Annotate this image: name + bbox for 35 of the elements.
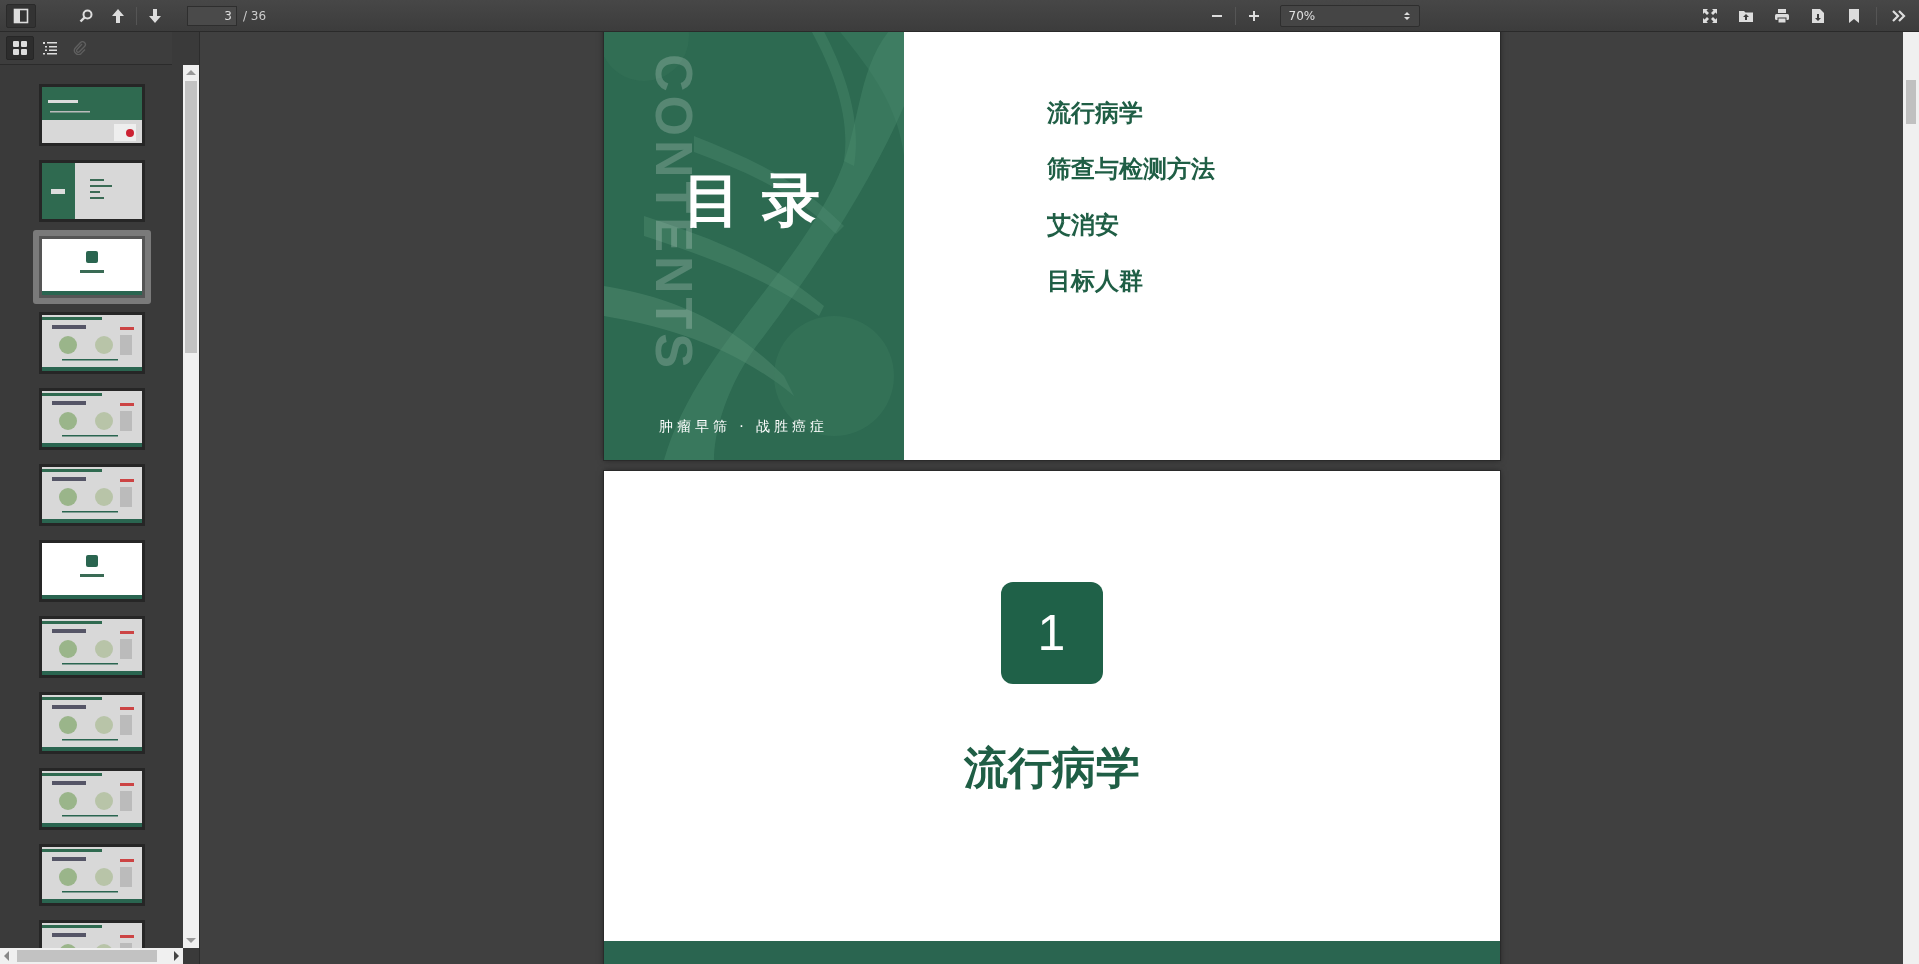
sidebar-toggle-button[interactable] <box>6 3 36 28</box>
scrollbar-thumb[interactable] <box>1906 80 1916 124</box>
slogan: 肿瘤早筛 · 战胜癌症 <box>658 418 829 436</box>
contents-item: 流行病学 <box>1046 99 1144 127</box>
grid-icon <box>13 41 27 55</box>
up-arrow-icon <box>110 7 126 24</box>
contents-item: 目标人群 <box>1046 267 1144 295</box>
scrollbar-thumb[interactable] <box>17 950 157 962</box>
horizontal-scrollbar[interactable] <box>0 948 183 964</box>
sidebar-icon <box>13 7 29 24</box>
down-arrow-icon <box>147 7 163 24</box>
plus-icon <box>1247 9 1260 22</box>
double-chevron-icon <box>1891 7 1907 24</box>
scroll-right-icon <box>174 951 179 961</box>
section-title: 流行病学 <box>963 742 1140 794</box>
contents-item: 筛查与检测方法 <box>1046 155 1216 183</box>
paperclip-icon <box>73 41 87 55</box>
page-count: / 36 <box>243 8 267 23</box>
document-download-icon <box>1810 7 1826 24</box>
print-icon <box>1774 7 1790 24</box>
search-icon <box>78 7 94 24</box>
contents-item: 艾消安 <box>1046 211 1120 239</box>
scrollbar[interactable] <box>183 65 199 948</box>
thumbnails-view-button[interactable] <box>6 36 34 60</box>
list-icon <box>43 41 57 55</box>
updown-caret-icon <box>1402 10 1411 21</box>
scrollbar-thumb[interactable] <box>185 81 197 353</box>
zoom-select[interactable]: 70% <box>1279 4 1420 27</box>
page-number-field[interactable]: 3 <box>187 5 237 26</box>
section-number: 1 <box>1000 582 1103 684</box>
page-thumbnail[interactable] <box>32 230 151 304</box>
scrollbar[interactable] <box>1903 32 1919 964</box>
expand-arrows-icon <box>1702 7 1718 24</box>
bookmark-icon <box>1846 7 1862 24</box>
scroll-left-icon <box>4 951 9 961</box>
